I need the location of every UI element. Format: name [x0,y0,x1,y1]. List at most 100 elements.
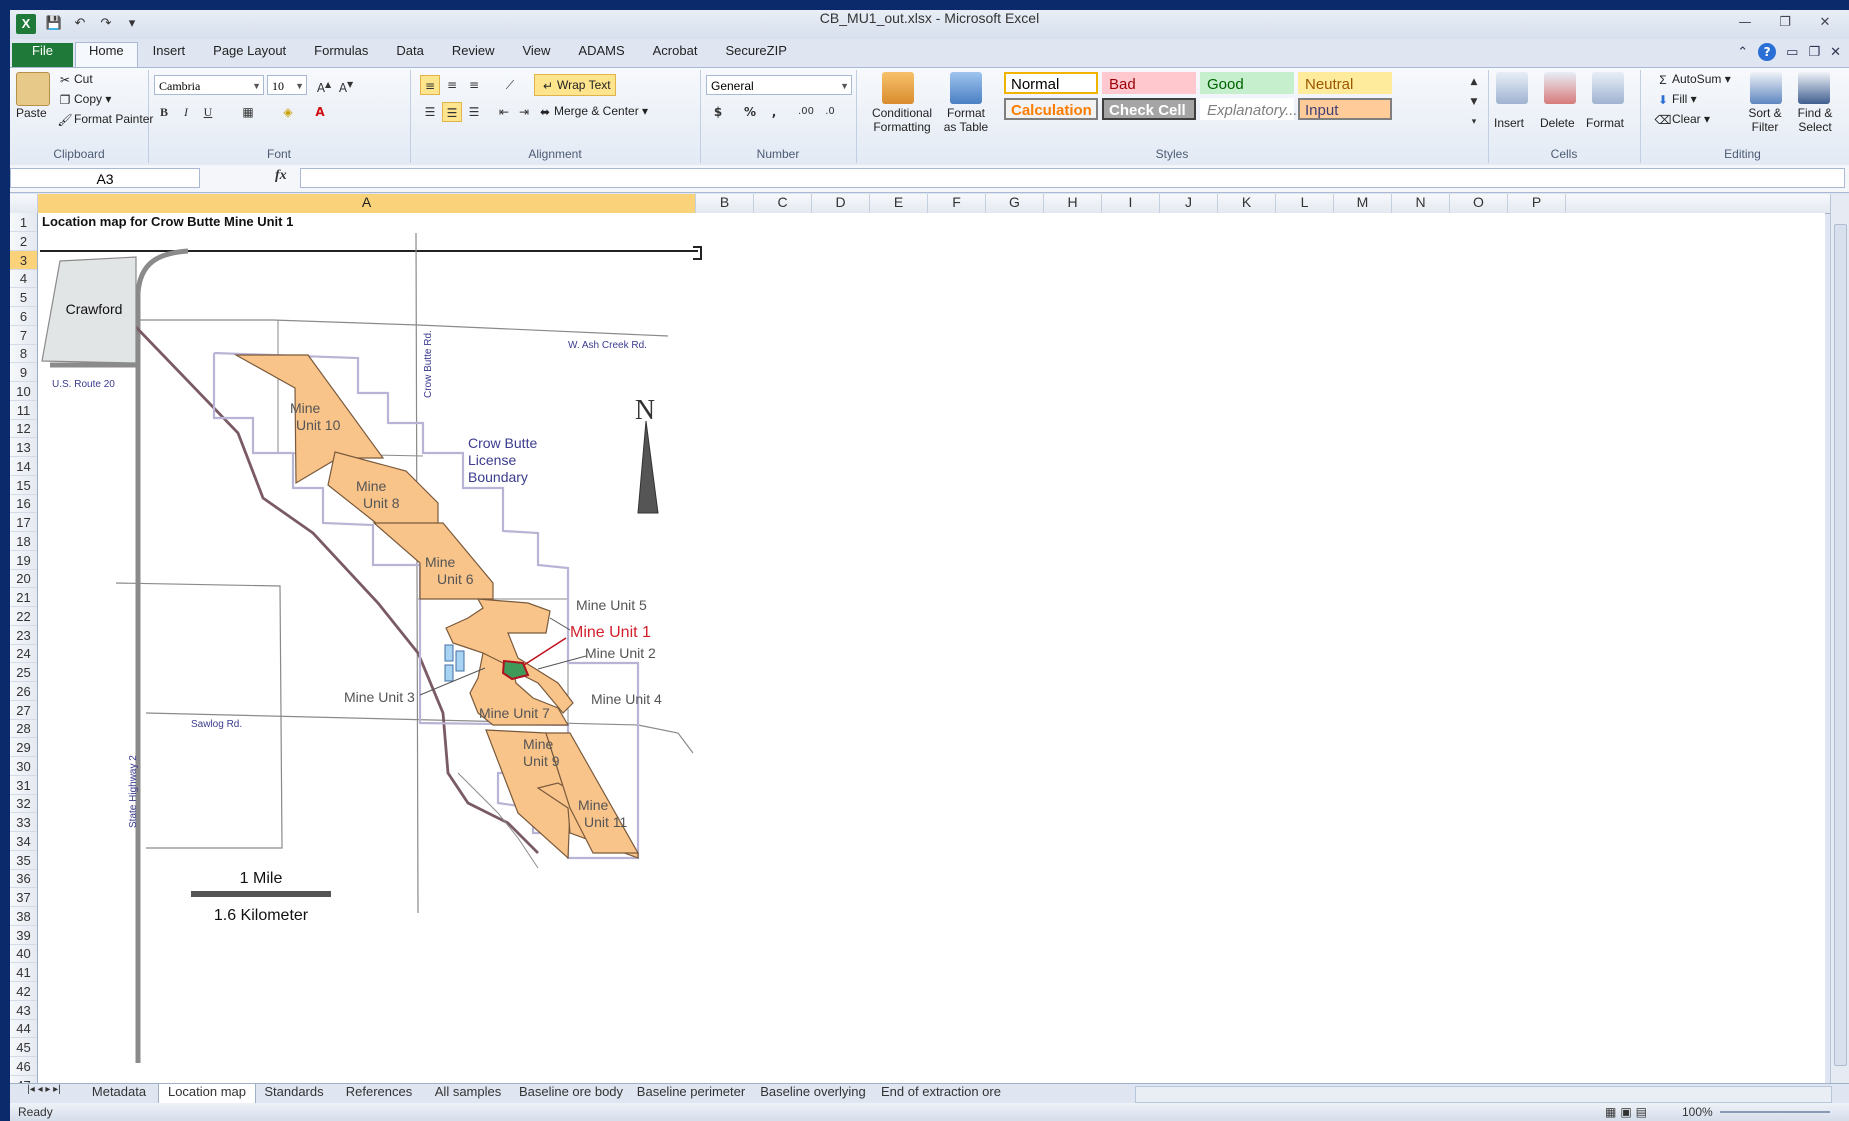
doc-restore-icon[interactable]: ❐ [1808,45,1820,60]
doc-minimize-icon[interactable]: ▭ [1786,45,1798,60]
shrink-font-icon[interactable]: A▼ [336,75,356,95]
decrease-indent-icon[interactable]: ⇤ [494,102,514,122]
row-header-25[interactable]: 25 [10,663,37,682]
tab-page-layout[interactable]: Page Layout [200,43,299,67]
column-header-o[interactable]: O [1450,194,1508,213]
column-header-e[interactable]: E [870,194,928,213]
font-color-icon[interactable]: A [310,102,330,122]
row-header-8[interactable]: 8 [10,344,37,364]
sheet-tab-baseline-overlying[interactable]: Baseline overlying [752,1084,874,1103]
row-header-21[interactable]: 21 [10,588,37,607]
cell-style-good[interactable]: Good [1200,72,1294,94]
row-header-35[interactable]: 35 [10,851,37,870]
zoom-level[interactable]: 100% [1682,1103,1713,1121]
tab-acrobat[interactable]: Acrobat [640,43,711,67]
cell-style-neutral[interactable]: Neutral [1298,72,1392,94]
column-header-l[interactable]: L [1276,194,1334,213]
minimize-ribbon-icon[interactable]: ⌃ [1737,45,1748,60]
row-header-24[interactable]: 24 [10,644,37,664]
row-header-43[interactable]: 43 [10,1001,37,1020]
grow-font-icon[interactable]: A▲ [314,75,334,95]
formula-input[interactable] [300,168,1845,188]
tab-insert[interactable]: Insert [140,43,199,67]
font-size-dropdown-icon[interactable]: ▼ [295,76,304,96]
row-header-42[interactable]: 42 [10,982,37,1001]
format-as-table-icon[interactable] [950,72,982,104]
styles-more-icon[interactable]: ▾ [1464,112,1484,132]
vertical-scroll-thumb[interactable] [1834,224,1847,1066]
row-header-11[interactable]: 11 [10,401,37,420]
insert-cells-button[interactable]: Insert [1494,116,1524,130]
paste-button[interactable]: Paste [16,106,47,120]
cell-style-explanatory[interactable]: Explanatory... [1200,98,1298,120]
column-header-g[interactable]: G [986,194,1044,213]
row-header-6[interactable]: 6 [10,307,37,326]
row-header-17[interactable]: 17 [10,513,37,532]
format-painter-button[interactable]: 🖌Format Painter [56,112,153,128]
close-icon[interactable]: ✕ [1807,12,1843,34]
row-header-41[interactable]: 41 [10,963,37,982]
row-header-37[interactable]: 37 [10,888,37,907]
row-header-45[interactable]: 45 [10,1038,37,1057]
doc-close-icon[interactable]: ✕ [1830,45,1841,60]
bold-button[interactable]: B [154,102,174,122]
row-header-26[interactable]: 26 [10,682,37,701]
column-header-c[interactable]: C [754,194,812,213]
merge-center-button[interactable]: ⬌ Merge & Center ▾ [536,104,648,120]
minimize-icon[interactable]: — [1727,12,1763,34]
horizontal-scrollbar[interactable] [1135,1086,1832,1103]
column-header-j[interactable]: J [1160,194,1218,213]
row-header-34[interactable]: 34 [10,832,37,851]
clear-button[interactable]: ⌫Clear ▾ [1654,112,1711,128]
column-header-n[interactable]: N [1392,194,1450,213]
cell-style-input[interactable]: Input [1298,98,1392,120]
sheet-nav-arrows-icon[interactable]: |◂ ◂ ▸ ▸| [14,1084,74,1103]
row-header-44[interactable]: 44 [10,1019,37,1039]
select-all-corner[interactable] [10,194,38,213]
tab-adams[interactable]: ADAMS [565,43,637,67]
row-header-18[interactable]: 18 [10,532,37,551]
zoom-slider[interactable] [1720,1111,1830,1113]
view-buttons-icon[interactable]: ▦▣▤ [1605,1103,1651,1121]
align-middle-icon[interactable]: ≡ [442,75,462,95]
sort-filter-button[interactable]: Sort & Filter [1740,106,1790,134]
currency-button[interactable]: $ [708,102,728,122]
tab-view[interactable]: View [509,43,563,67]
find-select-icon[interactable] [1798,72,1830,104]
sheet-tab-end-of-extraction-ore[interactable]: End of extraction ore [874,1084,1008,1103]
row-header-38[interactable]: 38 [10,907,37,926]
row-header-27[interactable]: 27 [10,701,37,720]
row-header-15[interactable]: 15 [10,476,37,495]
cut-button[interactable]: ✂ Cut [56,72,93,88]
row-header-19[interactable]: 19 [10,551,37,570]
row-header-12[interactable]: 12 [10,419,37,439]
increase-decimal-icon[interactable]: .00 [796,102,816,122]
tab-review[interactable]: Review [439,43,508,67]
font-name-combo[interactable]: Cambria ▼ [154,75,264,95]
number-format-dropdown-icon[interactable]: ▼ [840,76,849,96]
cell-style-check-cell[interactable]: Check Cell [1102,98,1196,120]
find-select-button[interactable]: Find & Select [1790,106,1840,134]
row-header-13[interactable]: 13 [10,438,37,457]
column-header-a[interactable]: A [38,194,696,213]
column-header-i[interactable]: I [1102,194,1160,213]
sheet-tab-metadata[interactable]: Metadata [80,1084,158,1103]
row-header-3[interactable]: 3 [10,250,37,270]
column-header-h[interactable]: H [1044,194,1102,213]
align-right-icon[interactable]: ☰ [464,102,484,122]
delete-cells-button[interactable]: Delete [1540,116,1575,130]
row-header-39[interactable]: 39 [10,926,37,945]
borders-icon[interactable]: ▦ [238,102,258,122]
row-header-29[interactable]: 29 [10,738,37,757]
vertical-scrollbar[interactable] [1830,194,1849,1093]
sheet-tab-location-map[interactable]: Location map [158,1084,256,1104]
number-format-combo[interactable]: General ▼ [706,75,852,95]
decrease-decimal-icon[interactable]: .0 [820,102,840,122]
row-header-1[interactable]: 1 [10,213,37,232]
font-size-combo[interactable]: 10 ▼ [267,75,307,95]
sheet-tab-all-samples[interactable]: All samples [424,1084,512,1103]
tab-data[interactable]: Data [383,43,436,67]
row-header-32[interactable]: 32 [10,794,37,814]
insert-cells-icon[interactable] [1496,72,1528,104]
row-header-14[interactable]: 14 [10,457,37,476]
